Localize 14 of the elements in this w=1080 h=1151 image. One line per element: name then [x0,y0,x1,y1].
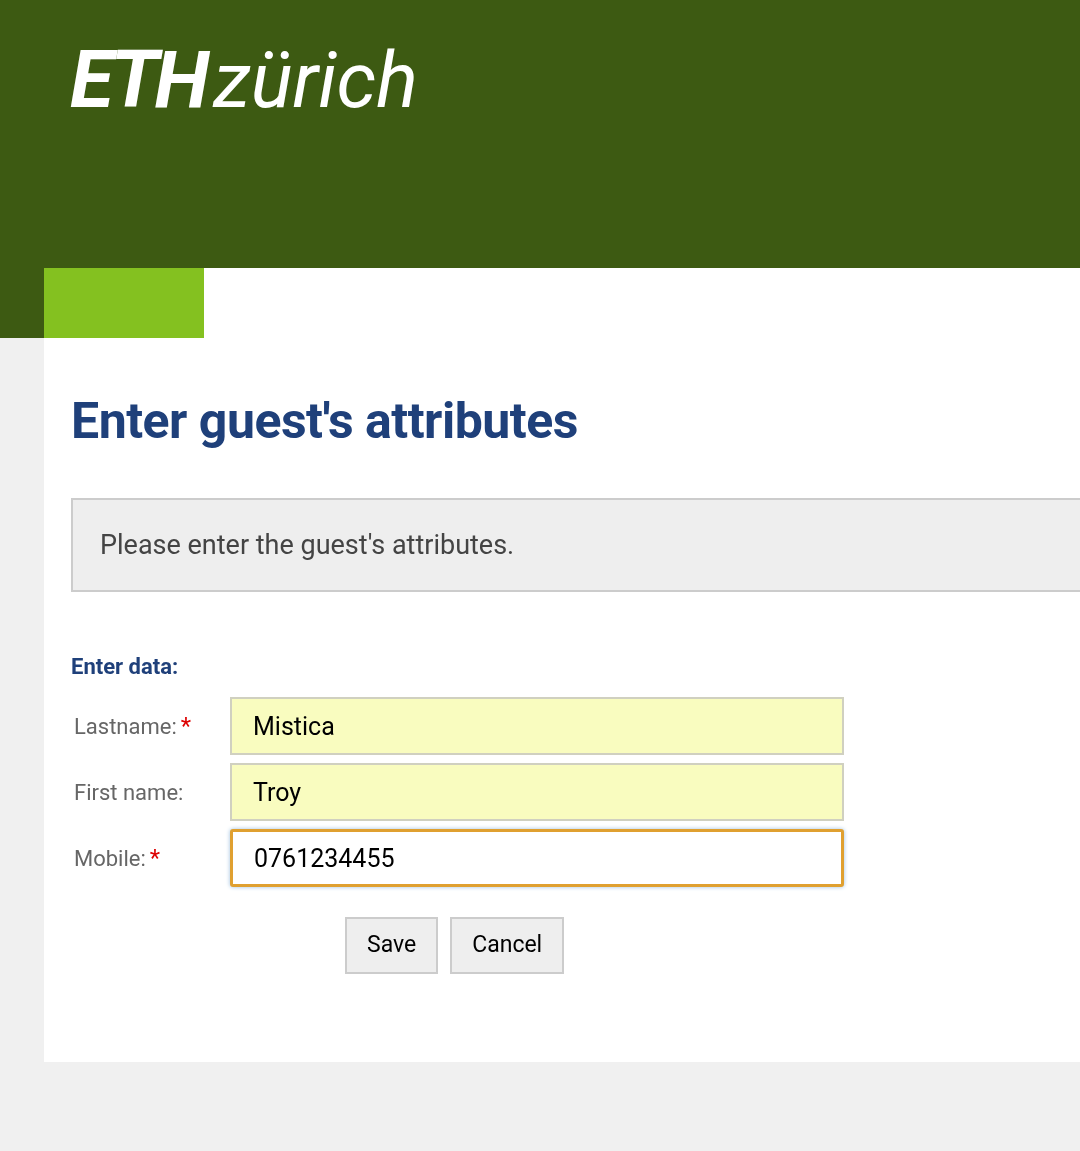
required-mark: * [149,843,161,874]
field-label: Lastname: [74,712,177,741]
page-title: Enter guest's attributes [71,396,579,446]
required-mark: * [180,711,192,742]
input-field[interactable]: Mistica [230,697,844,755]
input-field[interactable]: 0761234455 [230,829,844,887]
save-button[interactable]: Save [345,917,439,974]
input-field[interactable]: Troy [230,763,844,821]
info-text: Please enter the guest's attributes. [100,527,515,563]
cancel-button[interactable]: Cancel [450,917,565,974]
section-heading: Enter data: [71,653,180,681]
eth-logo[interactable]: ETHzürich [70,40,418,120]
field-label: First name: [74,778,184,807]
field-label: Mobile: [74,844,146,873]
